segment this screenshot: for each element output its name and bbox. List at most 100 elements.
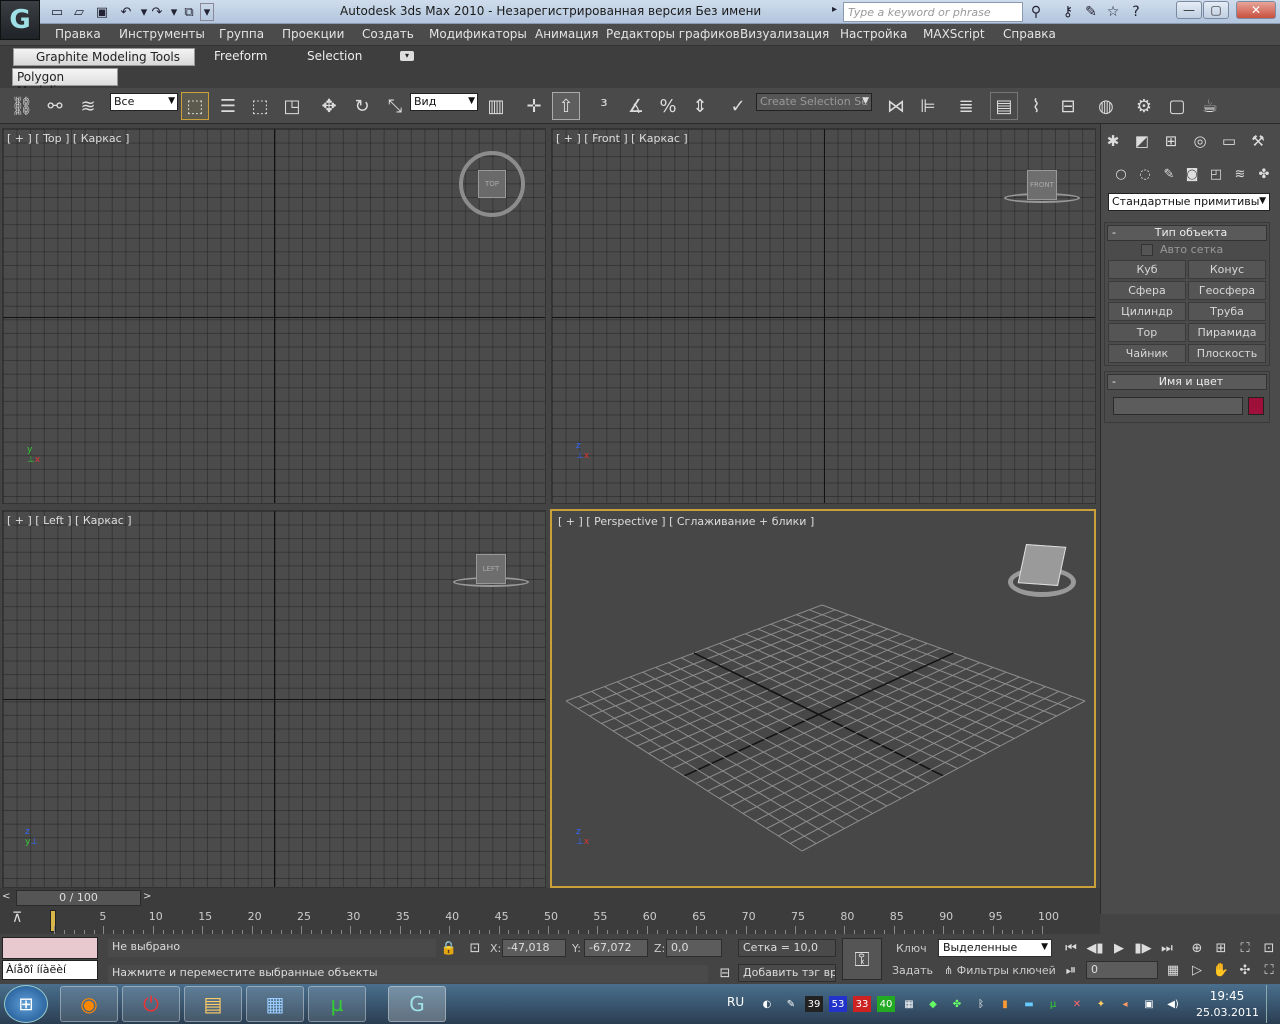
layer-manager-icon[interactable]: ≣ [952,92,980,120]
lights-icon[interactable]: ✎ [1158,164,1180,184]
tab-selection[interactable]: Selection [301,48,368,66]
key-mode-dropdown[interactable]: Выделенные ▼ [938,939,1052,957]
bind-to-space-warp-icon[interactable]: ≋ [74,92,102,120]
zoom-all-icon[interactable]: ⊞ [1210,938,1232,958]
named-selection-sets-dropdown[interactable]: Create Selection Se ▼ [756,93,872,111]
next-frame-icon[interactable]: ▮▶ [1132,938,1154,958]
zoom-extents-all-icon[interactable]: ⊡ [1258,938,1280,958]
viewcube-perspective[interactable] [1006,541,1078,603]
plane-button[interactable]: Плоскость [1188,344,1266,363]
utorrent-taskbar-icon[interactable]: µ [308,986,366,1022]
new-file-icon[interactable]: ▭ [48,3,66,21]
reference-coordinate-dropdown[interactable]: Вид ▼ [410,93,478,111]
add-time-tag-field[interactable]: Добавить тэг врем [738,964,836,982]
maximize-viewport-icon[interactable]: ⛶ [1258,960,1280,980]
set-key-icon[interactable]: ⚿ [842,938,882,980]
menu-tools[interactable]: Инструменты [119,27,205,41]
minimize-button[interactable]: — [1176,1,1202,19]
communication-center-icon[interactable]: ✎ [1080,2,1102,22]
systems-icon[interactable]: ✤ [1253,164,1275,184]
pivot-center-icon[interactable]: ▥ [482,92,510,120]
unlink-selection-icon[interactable]: ⚯ [41,92,69,120]
shutdown-app-taskbar-icon[interactable]: ⏻ [122,986,180,1022]
select-and-rotate-icon[interactable]: ↻ [348,92,376,120]
key-mode-toggle-icon[interactable]: ⏯ [1060,960,1082,980]
tray-app-icon[interactable]: ▦ [900,996,918,1012]
menu-maxscript[interactable]: MAXScript [923,27,985,41]
viewcube-left[interactable]: LEFT [453,549,529,589]
object-type-header[interactable]: - Тип объекта [1107,225,1267,241]
pyramid-button[interactable]: Пирамида [1188,323,1266,342]
network-icon[interactable]: ▣ [1140,996,1158,1012]
select-and-link-icon[interactable]: ⛓ [8,92,36,120]
search-input[interactable]: Type a keyword or phrase [843,2,1023,22]
viewcube-face[interactable]: FRONT [1027,170,1057,200]
manipulate-icon[interactable]: ✛ [520,92,548,120]
binoculars-icon[interactable]: ⚲ [1025,2,1047,22]
subscription-key-icon[interactable]: ⚷ [1057,2,1079,22]
tray-app-icon[interactable]: ◆ [924,996,942,1012]
tube-button[interactable]: Труба [1188,302,1266,321]
rectangular-selection-icon[interactable]: ⬚ [246,92,274,120]
time-slider-handle[interactable]: 0 / 100 [16,890,141,906]
tray-counter-badge[interactable]: 39 [805,996,823,1012]
viewport-label-top[interactable]: [ + ] [ Top ] [ Каркас ] [7,132,129,145]
absolute-relative-toggle-icon[interactable]: ⊡ [464,938,486,958]
name-color-header[interactable]: - Имя и цвет [1107,374,1267,390]
previous-frame-arrow-icon[interactable]: < [2,891,14,905]
selection-filter-dropdown[interactable]: Все ▼ [110,93,178,111]
maximize-button[interactable]: ▢ [1203,1,1229,19]
maxscript-listener-top[interactable] [2,937,98,959]
tray-app-icon[interactable]: ✤ [948,996,966,1012]
favorites-star-icon[interactable]: ☆ [1102,2,1124,22]
tab-graphite-modeling-tools[interactable]: Graphite Modeling Tools [13,48,195,66]
auto-key-button[interactable]: Ключ [896,942,927,955]
menu-views[interactable]: Проекции [282,27,344,41]
viewport-left[interactable]: [ + ] [ Left ] [ Каркас ] LEFT z y⊥ [2,510,546,888]
save-icon[interactable]: ▣ [93,3,111,21]
time-configuration-icon[interactable]: ▦ [1162,960,1184,980]
percent-snap-icon[interactable]: % [654,92,682,120]
menu-help[interactable]: Справка [1003,27,1056,41]
snaps-toggle-icon[interactable]: ³ [590,92,618,120]
field-of-view-icon[interactable]: ▷ [1186,960,1208,980]
hierarchy-tab-icon[interactable]: ⊞ [1159,129,1183,153]
cylinder-button[interactable]: Цилиндр [1108,302,1186,321]
viewport-label-left[interactable]: [ + ] [ Left ] [ Каркас ] [7,514,132,527]
clock-date[interactable]: 25.03.2011 [1196,1006,1259,1019]
bluetooth-icon[interactable]: ᛒ [972,996,990,1012]
clock-time[interactable]: 19:45 [1200,989,1254,1003]
tray-app-icon[interactable]: ◐ [758,996,776,1012]
undo-icon[interactable]: ↶ [117,3,135,21]
curve-editor-icon[interactable]: ⌇ [1022,92,1050,120]
object-color-swatch[interactable] [1248,397,1264,415]
search-expand-icon[interactable]: ▸ [832,4,837,15]
viewcube-face[interactable]: LEFT [476,554,506,584]
time-tag-icon[interactable]: ⊟ [714,963,736,983]
menu-edit[interactable]: Правка [55,27,101,41]
menu-rendering[interactable]: Визуализация [740,27,829,41]
utorrent-tray-icon[interactable]: µ [1044,996,1062,1012]
tray-app-icon[interactable]: ▬ [1020,996,1038,1012]
tray-app-icon[interactable]: ▮ [996,996,1014,1012]
create-tab-icon[interactable]: ✱ [1101,129,1125,153]
explorer-taskbar-icon[interactable]: ▤ [184,986,242,1022]
help-icon[interactable]: ? [1125,2,1147,22]
align-icon[interactable]: ⊫ [914,92,942,120]
start-button[interactable]: ⊞ [4,985,48,1023]
go-to-end-icon[interactable]: ⏭ [1156,938,1178,958]
menu-create[interactable]: Создать [362,27,414,41]
select-and-move-icon[interactable]: ✥ [315,92,343,120]
tray-app-icon[interactable]: ✎ [782,996,800,1012]
open-file-icon[interactable]: ▱ [70,3,88,21]
viewport-top[interactable]: [ + ] [ Top ] [ Каркас ] TOP y ⊥x [2,128,546,504]
graphite-toggle-icon[interactable]: ▤ [990,92,1018,120]
tray-app-icon[interactable]: ✦ [1092,996,1110,1012]
select-object-icon[interactable]: ⬚ [181,92,209,120]
open-mini-curve-editor-icon[interactable]: ⊼ [12,910,32,930]
motion-tab-icon[interactable]: ◎ [1188,129,1212,153]
select-by-name-icon[interactable]: ☰ [214,92,242,120]
menu-animation[interactable]: Анимация [535,27,598,41]
next-frame-arrow-icon[interactable]: > [143,891,155,905]
zoom-icon[interactable]: ⊕ [1186,938,1208,958]
